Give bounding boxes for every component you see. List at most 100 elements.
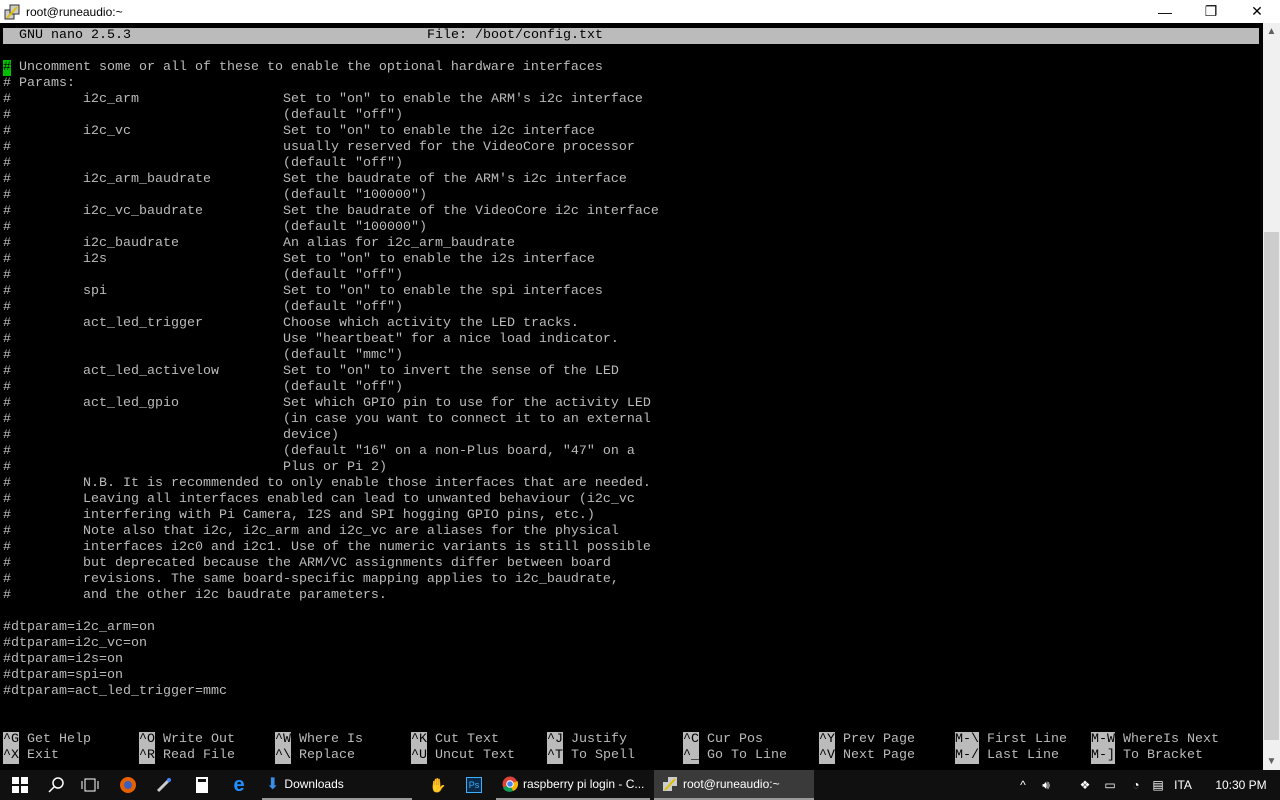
photoshop-icon[interactable]: Ps (456, 770, 492, 800)
restore-button[interactable]: ❐ (1188, 0, 1234, 23)
editor-line: # (default "100000") (3, 220, 1259, 236)
comment-marker: # (3, 284, 11, 299)
taskbar-downloads[interactable]: ⬇ Downloads (262, 770, 412, 800)
editor-line: # act_led_activelow Set to "on" to invert … (3, 364, 1259, 380)
comment-marker: # (3, 236, 11, 251)
firefox-icon[interactable] (110, 770, 146, 800)
shortcut-label: Next Page (843, 748, 915, 763)
shortcut-get-help[interactable]: ^G Get Help (3, 732, 91, 748)
shortcut-key: M-\ (955, 732, 979, 748)
shortcut-cur-pos[interactable]: ^C Cur Pos (683, 732, 763, 748)
task-view-icon[interactable] (72, 770, 108, 800)
terminal[interactable]: GNU nano 2.5.3 File: /boot/config.txt # #… (0, 23, 1263, 770)
clock[interactable]: 10:30 PM (1208, 770, 1274, 800)
editor-line: # (default "mmc") (3, 348, 1259, 364)
volume-icon[interactable]: 🔊︎ (1034, 770, 1058, 800)
shortcut-justify[interactable]: ^J Justify (547, 732, 627, 748)
comment-marker: # (3, 300, 11, 315)
param-description: (default "off") (283, 108, 403, 123)
shortcut-label: Where Is (299, 732, 363, 747)
calculator-icon[interactable] (184, 770, 220, 800)
editor-line: # (default "off") (3, 268, 1259, 284)
language-indicator[interactable]: ITA (1168, 770, 1198, 800)
shortcut-first-line[interactable]: M-\ First Line (955, 732, 1067, 748)
taskbar-putty[interactable]: root@runeaudio:~ (654, 770, 814, 800)
shortcut-to-bracket[interactable]: M-] To Bracket (1091, 748, 1203, 764)
param-description: An alias for i2c_arm_baudrate (283, 236, 515, 251)
shortcut-last-line[interactable]: M-/ Last Line (955, 748, 1059, 764)
scrollbar-thumb[interactable] (1264, 232, 1279, 740)
shortcut-key: ^T (547, 748, 563, 764)
shortcut-key: ^K (411, 732, 427, 748)
param-description: Set to "on" to enable the i2s interface (283, 252, 595, 267)
scrollbar[interactable]: ▲ ▼ (1263, 23, 1280, 770)
editor-line: # spi Set to "on" to enable the spi interf… (3, 284, 1259, 300)
shortcut-key: ^J (547, 732, 563, 748)
dropbox-icon[interactable]: ❖ (1074, 770, 1096, 800)
edge-icon[interactable]: e (220, 770, 258, 800)
param-description: (default "100000") (283, 220, 427, 235)
shortcut-key: ^\ (275, 748, 291, 764)
app-hand-icon[interactable]: ✋ (420, 770, 456, 800)
scroll-down-icon[interactable]: ▼ (1263, 753, 1280, 770)
shortcut-exit[interactable]: ^X Exit (3, 748, 59, 764)
windows-start-icon[interactable] (0, 770, 40, 800)
shortcut-label: Prev Page (843, 732, 915, 747)
shortcut-label: Last Line (987, 748, 1059, 763)
editor-line: # device) (3, 428, 1259, 444)
putty-config-icon[interactable] (146, 770, 182, 800)
shortcut-whereis-next[interactable]: M-W WhereIs Next (1091, 732, 1219, 748)
line-text: #dtparam=act_led_trigger=mmc (3, 684, 227, 699)
minimize-button[interactable]: — (1142, 0, 1188, 23)
shortcut-key: M-W (1091, 732, 1115, 748)
show-hidden-icons-icon[interactable]: ^ (1012, 770, 1034, 800)
shortcut-label: WhereIs Next (1123, 732, 1219, 747)
param-description: (default "off") (283, 380, 403, 395)
chrome-label: raspberry pi login - C... (523, 777, 645, 791)
search-icon[interactable] (40, 770, 72, 800)
param-name: interfering with Pi Camera, I2S and SPI … (83, 508, 595, 523)
shortcut-go-to-line[interactable]: ^_ Go To Line (683, 748, 787, 764)
comment-marker: # (3, 572, 11, 587)
shortcut-uncut-text[interactable]: ^U Uncut Text (411, 748, 515, 764)
shortcut-replace[interactable]: ^\ Replace (275, 748, 355, 764)
scroll-up-icon[interactable]: ▲ (1263, 23, 1280, 40)
param-description: Choose which activity the LED tracks. (283, 316, 579, 331)
line-text: # Uncomment some or all of these to enab… (3, 60, 603, 75)
shortcut-next-page[interactable]: ^V Next Page (819, 748, 915, 764)
wifi-icon[interactable]: ◔ (1124, 770, 1148, 800)
param-description: Set the baudrate of the ARM's i2c interf… (283, 172, 627, 187)
param-description: (default "off") (283, 300, 403, 315)
shortcut-write-out[interactable]: ^O Write Out (139, 732, 235, 748)
window-titlebar: root@runeaudio:~ — ❐ ✕ (0, 0, 1280, 23)
comment-marker: # (3, 412, 11, 427)
shortcut-prev-page[interactable]: ^Y Prev Page (819, 732, 915, 748)
editor-line: # i2c_arm Set to "on" to enable the ARM's … (3, 92, 1259, 108)
putty-icon (663, 777, 677, 791)
param-name: interfaces i2c0 and i2c1. Use of the num… (83, 540, 651, 555)
battery-icon[interactable]: ▭ (1098, 770, 1122, 800)
editor-line: # # Uncomment some or all of these to ena… (3, 60, 1259, 76)
taskbar-chrome[interactable]: raspberry pi login - C... (496, 770, 650, 800)
editor-line: # i2s Set to "on" to enable the i2s interf… (3, 252, 1259, 268)
notifications-icon[interactable]: ▤ (1146, 770, 1170, 800)
comment-marker: # (3, 444, 11, 459)
comment-marker: # (3, 428, 11, 443)
shortcut-cut-text[interactable]: ^K Cut Text (411, 732, 499, 748)
shortcut-label: Uncut Text (435, 748, 515, 763)
shortcut-read-file[interactable]: ^R Read File (139, 748, 235, 764)
comment-marker: # (3, 92, 11, 107)
shortcut-where-is[interactable]: ^W Where Is (275, 732, 363, 748)
shortcut-to-spell[interactable]: ^T To Spell (547, 748, 635, 764)
param-name: Leaving all interfaces enabled can lead … (83, 492, 635, 507)
editor-line: # Note also that i2c, i2c_arm and i2c_vc … (3, 524, 1259, 540)
comment-marker: # (3, 252, 11, 267)
putty-label: root@runeaudio:~ (683, 777, 780, 791)
close-button[interactable]: ✕ (1234, 0, 1280, 23)
line-text: # Params: (3, 76, 75, 91)
text-cursor: # (3, 60, 11, 76)
param-name: and the other i2c baudrate parameters. (83, 588, 387, 603)
param-name: revisions. The same board-specific mappi… (83, 572, 619, 587)
line-text: #dtparam=i2c_vc=on (3, 636, 147, 651)
shortcut-label: Read File (163, 748, 235, 763)
